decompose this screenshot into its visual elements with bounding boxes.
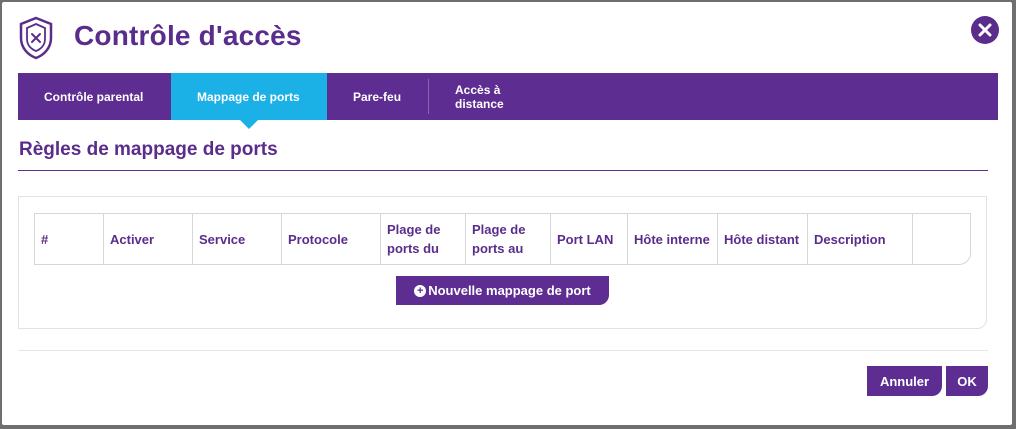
tab-firewall[interactable]: Pare-feu	[327, 73, 428, 120]
column-header-number: #	[35, 214, 104, 264]
column-header-service: Service	[193, 214, 282, 264]
rules-panel: # Activer Service Protocole Plage de por…	[18, 196, 987, 329]
tab-label: Accès à distance	[455, 82, 504, 111]
column-header-description: Description	[808, 214, 913, 264]
tab-label: Contrôle parental	[44, 89, 144, 104]
column-header-enable: Activer	[104, 214, 193, 264]
tab-parental-control[interactable]: Contrôle parental	[18, 73, 171, 120]
column-header-internal-host: Hôte interne	[628, 214, 718, 264]
tab-bar: Contrôle parental Mappage de ports Pare-…	[18, 73, 998, 129]
column-header-actions	[913, 214, 970, 264]
add-port-mapping-button[interactable]: + Nouvelle mappage de port	[396, 276, 609, 305]
footer-divider	[18, 350, 988, 351]
column-header-remote-host: Hôte distant	[718, 214, 808, 264]
add-button-label: Nouvelle mappage de port	[428, 283, 591, 298]
tab-remote-access[interactable]: Accès à distance	[429, 73, 569, 120]
dialog-title: Contrôle d'accès	[74, 20, 302, 51]
shield-icon	[19, 16, 53, 60]
port-mapping-table: # Activer Service Protocole Plage de por…	[34, 213, 971, 265]
section-divider	[18, 170, 988, 171]
tab-port-mapping[interactable]: Mappage de ports	[171, 73, 327, 129]
plus-circle-icon: +	[414, 284, 427, 297]
column-header-protocol: Protocole	[282, 214, 381, 264]
column-header-port-range-from: Plage de ports du	[381, 214, 466, 264]
column-header-port-range-to: Plage de ports au	[466, 214, 551, 264]
access-control-dialog: Contrôle d'accès Contrôle parental Mappa…	[2, 2, 1012, 425]
table-header-row: # Activer Service Protocole Plage de por…	[35, 214, 970, 264]
close-icon	[978, 23, 992, 37]
tab-label: Mappage de ports	[197, 89, 300, 104]
section-title: Règles de mappage de ports	[19, 139, 278, 160]
close-button[interactable]	[971, 16, 999, 44]
cancel-button[interactable]: Annuler	[867, 366, 942, 396]
ok-button[interactable]: OK	[946, 366, 988, 396]
tab-label: Pare-feu	[353, 89, 402, 104]
column-header-lan-port: Port LAN	[551, 214, 628, 264]
